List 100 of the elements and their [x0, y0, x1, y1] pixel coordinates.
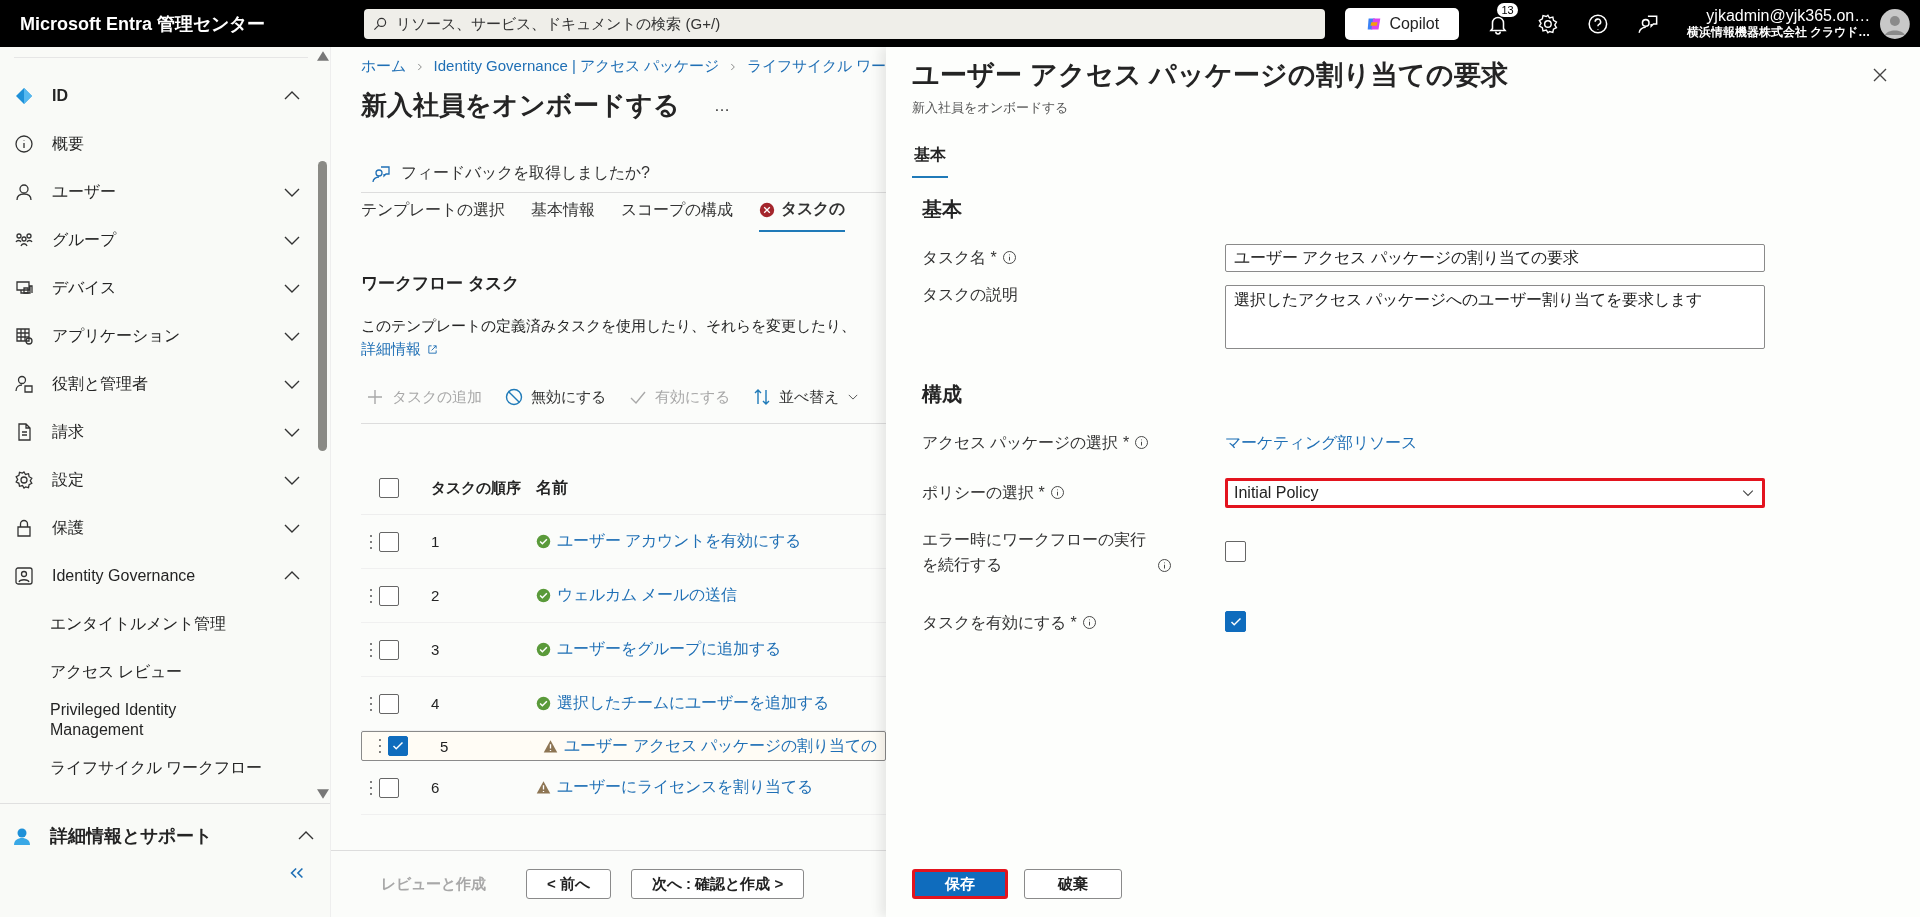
drag-handle-icon[interactable]	[369, 695, 373, 712]
section-heading: 基本	[922, 197, 963, 222]
table-cell-text: 6	[430, 779, 441, 796]
sidebar-item[interactable]: アプリケーション	[14, 312, 308, 360]
toolbar-button[interactable]: 並べ替え	[748, 383, 864, 411]
notification-count-badge: 13	[1497, 2, 1518, 17]
learn-more-link[interactable]: 詳細情報	[361, 340, 438, 359]
warning-icon	[543, 738, 559, 754]
sidebar-item[interactable]: Privileged Identity Management	[14, 696, 264, 744]
checkbox[interactable]	[1225, 611, 1246, 633]
panel-title: ユーザー アクセス パッケージの割り当ての要求	[912, 59, 1508, 92]
discard-button[interactable]: 破棄	[1024, 869, 1122, 899]
avatar-icon[interactable]	[1880, 8, 1910, 39]
task-link[interactable]: ユーザーにライセンスを割り当てる	[557, 777, 813, 798]
search-field[interactable]: リソース、サービス、ドキュメントの検索 (G+/)	[364, 8, 1326, 39]
row-checkbox[interactable]	[379, 531, 399, 552]
wizard-tab[interactable]: テンプレートの選択	[361, 199, 505, 232]
scroll-up-icon[interactable]	[317, 51, 329, 61]
task-name-field[interactable]: ユーザー アクセス パッケージの割り当ての要求	[1225, 244, 1765, 272]
description-field[interactable]: 選択したアクセス パッケージへのユーザー割り当てを要求します	[1225, 285, 1765, 349]
breadcrumb-link[interactable]: Identity Governance | アクセス パッケージ	[433, 57, 720, 76]
sidebar-item[interactable]: エンタイトルメント管理	[14, 600, 264, 648]
wizard-tab[interactable]: スコープの構成	[621, 199, 733, 232]
task-link[interactable]: ユーザーをグループに追加する	[557, 639, 781, 660]
scroll-down-icon[interactable]	[317, 789, 329, 799]
drag-handle-icon[interactable]	[369, 641, 373, 658]
panel-tab[interactable]: 基本	[912, 145, 948, 178]
sidebar-item[interactable]: 設定	[14, 456, 308, 504]
table-cell-text: 1	[430, 533, 441, 550]
sidebar-item[interactable]: ID	[14, 72, 308, 120]
drag-handle-icon[interactable]	[369, 779, 373, 796]
panel-subtitle: 新入社員をオンボードする	[912, 99, 1069, 117]
toolbar-button[interactable]: 無効にする	[500, 383, 610, 411]
drag-handle-icon[interactable]	[369, 587, 373, 604]
sidebar-item[interactable]: 概要	[14, 120, 308, 168]
row-checkbox[interactable]	[379, 585, 399, 606]
access-package-link[interactable]: マーケティング部リソース	[1225, 433, 1417, 451]
gear-icon	[14, 470, 34, 490]
field-label: タスクを有効にする *	[922, 612, 1077, 633]
help-icon[interactable]	[1587, 12, 1610, 35]
copilot-button[interactable]: Copilot	[1345, 7, 1460, 40]
column-header: 名前	[536, 477, 568, 498]
sidebar-item[interactable]: Identity Governance	[14, 552, 308, 600]
account-organization: 横浜情報機器株式会社 クラウド…	[1686, 25, 1871, 40]
scrollbar-thumb[interactable]	[318, 161, 327, 451]
sidebar-item[interactable]: デバイス	[14, 264, 308, 312]
success-icon	[536, 696, 551, 711]
task-link[interactable]: ユーザー アクセス パッケージの割り当ての	[564, 735, 877, 757]
drag-handle-icon[interactable]	[369, 533, 373, 550]
row-checkbox[interactable]	[379, 639, 399, 660]
more-button[interactable]: …	[708, 95, 736, 116]
row-checkbox[interactable]	[387, 736, 408, 756]
breadcrumb-link[interactable]: ホーム	[361, 57, 406, 76]
row-checkbox[interactable]	[379, 693, 399, 714]
sidebar-item[interactable]: ユーザー	[14, 168, 308, 216]
save-button[interactable]: 保存	[912, 869, 1008, 899]
section-heading: 構成	[922, 382, 963, 407]
wizard-button[interactable]: 次へ : 確認と作成 >	[630, 869, 805, 899]
wizard-tab[interactable]: タスクの	[759, 199, 845, 232]
task-link[interactable]: ウェルカム メールの送信	[557, 585, 738, 606]
wizard-button[interactable]: < 前へ	[526, 869, 611, 899]
task-link[interactable]: 選択したチームにユーザーを追加する	[557, 693, 829, 714]
field-label: タスクの説明	[922, 285, 1018, 305]
feedback-icon	[371, 163, 391, 184]
sidebar-item[interactable]: 保護	[14, 504, 308, 552]
field-label: エラー時にワークフローの実行を続行する	[922, 530, 1147, 575]
info-icon[interactable]	[1001, 250, 1017, 266]
table-cell-text: 2	[430, 587, 441, 604]
description-text: このテンプレートの定義済みタスクを使用したり、それらを変更したり、	[361, 317, 857, 336]
sidebar-item[interactable]: 詳細情報とサポート	[0, 812, 330, 860]
row-checkbox[interactable]	[379, 777, 399, 798]
policy-dropdown[interactable]: Initial Policy	[1225, 478, 1765, 508]
info-icon	[14, 134, 34, 154]
person-icon	[14, 182, 34, 202]
sidebar-item[interactable]: アクセス レビュー	[14, 648, 264, 696]
info-icon[interactable]	[1134, 435, 1150, 451]
info-icon[interactable]	[1157, 557, 1172, 573]
block-icon	[504, 387, 524, 407]
plus-icon	[365, 387, 385, 407]
support-person-icon	[12, 826, 32, 846]
settings-icon[interactable]	[1537, 12, 1560, 35]
select-all-checkbox[interactable]	[379, 478, 399, 498]
account-email[interactable]: yjkadmin@yjk365.on…	[1706, 7, 1871, 26]
info-icon[interactable]	[1081, 615, 1097, 631]
section-title: ワークフロー タスク	[361, 273, 520, 295]
breadcrumb-link[interactable]: ライフサイクル ワー	[746, 57, 886, 76]
sidebar-item[interactable]: グループ	[14, 216, 308, 264]
search-input[interactable]: リソース、サービス、ドキュメントの検索 (G+/)	[394, 14, 1318, 33]
diamond-logo-icon	[14, 86, 34, 106]
info-icon[interactable]	[1049, 485, 1065, 501]
warning-icon	[536, 780, 551, 795]
sidebar-item[interactable]: 請求	[14, 408, 308, 456]
sidebar-item[interactable]: ライフサイクル ワークフロー	[14, 744, 264, 792]
wizard-tab[interactable]: 基本情報	[531, 199, 595, 232]
sidebar-item[interactable]: 役割と管理者	[14, 360, 308, 408]
drag-handle-icon[interactable]	[378, 738, 382, 754]
task-link[interactable]: ユーザー アカウントを有効にする	[557, 531, 802, 552]
checkbox[interactable]	[1225, 540, 1246, 562]
field-label: アクセス パッケージの選択 *	[922, 432, 1130, 453]
feedback-link[interactable]: フィードバックを取得しましたか?	[401, 163, 650, 184]
